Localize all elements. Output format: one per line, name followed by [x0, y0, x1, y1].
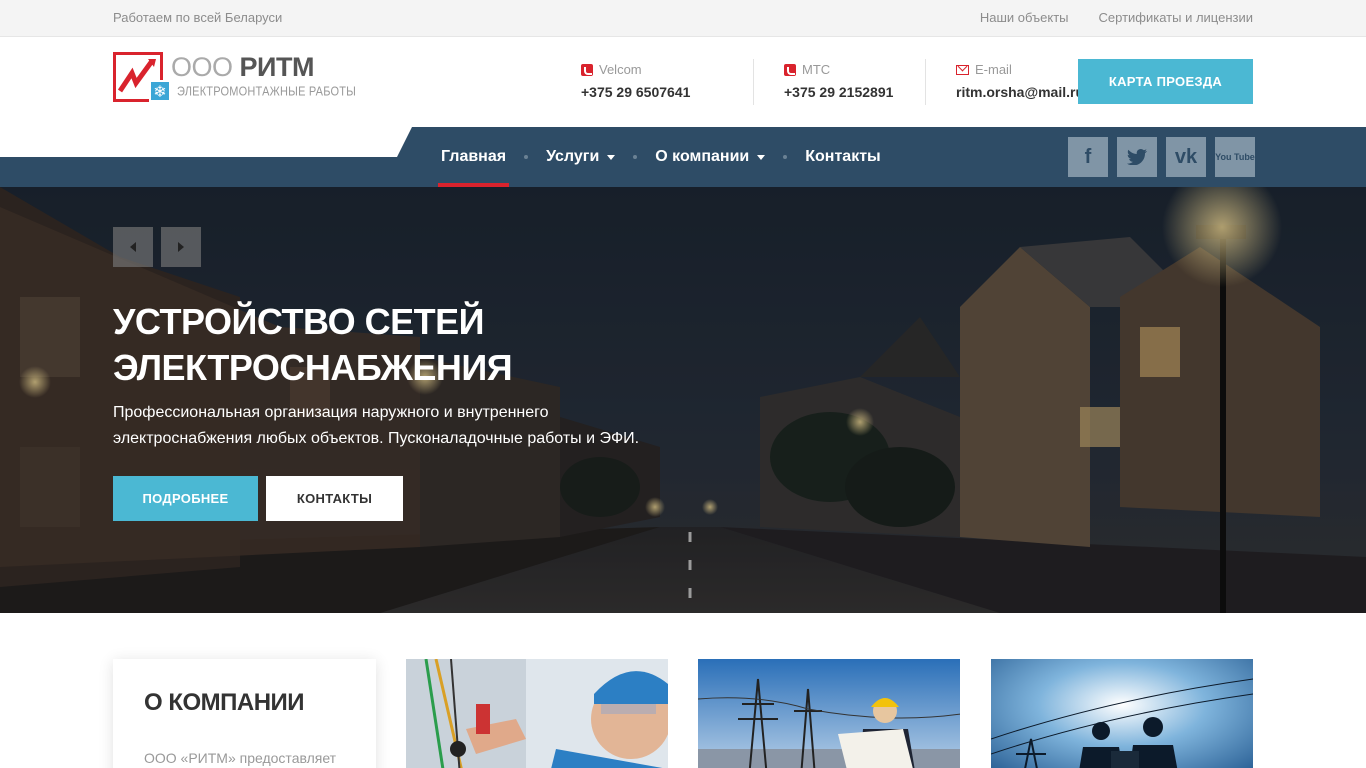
region-text: Работаем по всей Беларуси — [113, 10, 283, 25]
about-title: О КОМПАНИИ — [144, 689, 305, 716]
nav-band: Главная Услуги О компании Контакты f vk … — [0, 127, 1366, 187]
slider-arrows — [113, 227, 201, 267]
top-bar: Работаем по всей Беларуси Наши объекты С… — [0, 0, 1366, 37]
arrow-right-icon — [178, 242, 184, 252]
contact-velcom: Velcom +375 29 6507641 — [581, 59, 753, 105]
facebook-icon[interactable]: f — [1068, 137, 1108, 177]
contact-value[interactable]: +375 29 6507641 — [581, 84, 690, 100]
top-links: Наши объекты Сертификаты и лицензии — [980, 10, 1253, 25]
header: ❄ ООО РИТМ ЭЛЕКТРОМОНТАЖНЫЕ РАБОТЫ Velco… — [0, 37, 1366, 127]
logo-name: ООО РИТМ — [171, 52, 314, 82]
contact-value[interactable]: ritm.orsha@mail.ru — [956, 84, 1084, 100]
nav-separator — [633, 155, 638, 159]
service-image-engineers[interactable] — [991, 659, 1253, 768]
about-text: ООО «РИТМ» предоставляет — [144, 750, 337, 766]
youtube-icon[interactable]: You Tube — [1215, 137, 1255, 177]
our-objects-link[interactable]: Наши объекты — [980, 10, 1069, 25]
contacts-button[interactable]: КОНТАКТЫ — [266, 476, 403, 521]
nav-item-services[interactable]: Услуги — [543, 127, 618, 187]
vk-icon[interactable]: vk — [1166, 137, 1206, 177]
page: Работаем по всей Беларуси Наши объекты С… — [0, 0, 1366, 768]
certificates-link[interactable]: Сертификаты и лицензии — [1099, 10, 1253, 25]
hero-slider: УСТРОЙСТВО СЕТЕЙ ЭЛЕКТРОСНАБЖЕНИЯ Профес… — [0, 187, 1366, 613]
slider-prev-button[interactable] — [113, 227, 153, 267]
main-nav: Главная Услуги О компании Контакты — [438, 127, 884, 187]
about-card: О КОМПАНИИ ООО «РИТМ» предоставляет — [113, 659, 376, 768]
snowflake-icon: ❄ — [149, 80, 171, 102]
nav-item-home[interactable]: Главная — [438, 127, 510, 187]
contact-label: МТС — [802, 62, 831, 77]
contact-value[interactable]: +375 29 2152891 — [784, 84, 893, 100]
contact-label: E-mail — [975, 62, 1012, 77]
mail-icon — [956, 64, 969, 75]
service-image-electrician[interactable] — [406, 659, 668, 768]
service-image-power-lines[interactable] — [698, 659, 960, 768]
nav-separator — [783, 155, 788, 159]
twitter-icon[interactable] — [1117, 137, 1157, 177]
nav-separator — [524, 155, 529, 159]
caret-down-icon — [757, 154, 766, 160]
slider-next-button[interactable] — [161, 227, 201, 267]
nav-item-about[interactable]: О компании — [652, 127, 768, 187]
hero-title: УСТРОЙСТВО СЕТЕЙ ЭЛЕКТРОСНАБЖЕНИЯ — [113, 301, 513, 388]
arrow-left-icon — [130, 242, 136, 252]
more-button[interactable]: ПОДРОБНЕЕ — [113, 476, 258, 521]
logo-tagline: ЭЛЕКТРОМОНТАЖНЫЕ РАБОТЫ — [177, 85, 357, 99]
header-contacts: Velcom +375 29 6507641 МТС +375 29 21528… — [581, 59, 1125, 105]
phone-icon — [784, 63, 796, 76]
hero-description: Профессиональная организация наружного и… — [113, 404, 640, 447]
contact-label: Velcom — [599, 62, 642, 77]
nav-item-contacts[interactable]: Контакты — [802, 127, 883, 187]
caret-down-icon — [607, 154, 616, 160]
contact-mts: МТС +375 29 2152891 — [753, 59, 925, 105]
logo[interactable]: ❄ ООО РИТМ ЭЛЕКТРОМОНТАЖНЫЕ РАБОТЫ — [113, 52, 356, 104]
map-button[interactable]: КАРТА ПРОЕЗДА — [1078, 59, 1253, 104]
social-links: f vk You Tube — [1068, 137, 1255, 177]
phone-icon — [581, 63, 593, 76]
